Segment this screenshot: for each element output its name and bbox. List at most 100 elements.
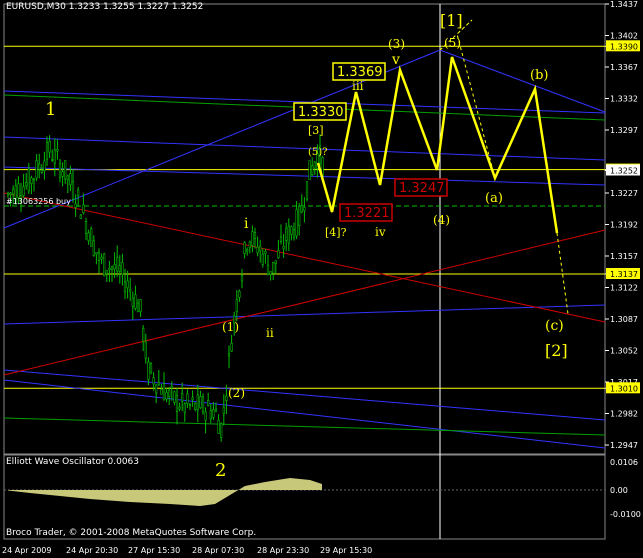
candle-body xyxy=(243,242,246,254)
candle-body xyxy=(253,232,257,239)
wave-label: 1 xyxy=(45,99,56,120)
channel-line xyxy=(3,304,606,325)
wave-label: (2) xyxy=(228,386,245,400)
candle-body xyxy=(27,168,30,192)
wave-label: (5)? xyxy=(308,147,328,158)
candle-body xyxy=(157,381,160,386)
candle-body xyxy=(6,192,10,196)
main-frame xyxy=(3,3,606,455)
candle-body xyxy=(186,393,189,404)
channel-line xyxy=(3,379,606,449)
wave-label: v xyxy=(391,52,400,68)
y-tick-label: 1.3122 xyxy=(610,284,638,293)
candle-body xyxy=(204,411,207,421)
candle-body xyxy=(222,406,225,414)
candle-body xyxy=(220,423,223,438)
copyright: Broco Trader, © 2001-2008 MetaQuotes Sof… xyxy=(6,528,257,538)
candle-body xyxy=(144,341,147,359)
candle-body xyxy=(181,392,184,402)
high-value: 1.3255 xyxy=(103,2,135,12)
candle-body xyxy=(129,289,132,292)
x-tick-label: 24 Apr 2009 xyxy=(2,546,51,555)
candle-body xyxy=(142,327,145,342)
candle-body xyxy=(71,180,75,200)
projection-box-label: 1.3330 xyxy=(298,105,344,120)
candle-body xyxy=(290,226,293,235)
candle-body xyxy=(77,189,80,196)
candle-body xyxy=(147,361,150,380)
wave-label: [2] xyxy=(545,341,568,360)
candle-body xyxy=(79,214,82,219)
candle-body xyxy=(155,384,158,394)
osc-tick-label: 0.0106 xyxy=(610,458,638,467)
y-tick-label: 1.2947 xyxy=(610,441,638,450)
oscillator-label: Elliott Wave Oscillator 0.0063 xyxy=(6,457,140,467)
candle-body xyxy=(225,395,228,401)
candle-body xyxy=(66,175,69,181)
x-tick-label: 29 Apr 15:30 xyxy=(320,546,372,555)
candle-body xyxy=(277,250,280,259)
low-value: 1.3227 xyxy=(137,2,169,12)
candle-body xyxy=(303,207,306,211)
osc-tick-label: -0.0100 xyxy=(610,510,641,519)
wave-label: [1] xyxy=(440,11,463,30)
candle-body xyxy=(217,420,220,434)
candle-body xyxy=(121,262,124,275)
candle-body xyxy=(51,159,54,161)
candle-body xyxy=(298,206,301,226)
candle-body xyxy=(227,352,231,357)
candle-body xyxy=(134,294,137,309)
x-tick-label: 28 Apr 23:30 xyxy=(257,546,309,555)
candle-body xyxy=(238,290,241,298)
y-tick-label: 1.3437 xyxy=(610,0,638,9)
open-value: 1.3233 xyxy=(68,2,101,12)
wave-label: (3) xyxy=(388,37,405,51)
wave-label: (c) xyxy=(545,318,564,334)
osc-tick-label: 0.00 xyxy=(610,486,628,495)
x-tick-label: 28 Apr 07:30 xyxy=(192,546,244,555)
wave-label: (a) xyxy=(485,191,503,206)
candle-body xyxy=(230,342,233,352)
candle-body xyxy=(214,408,218,412)
candle-body xyxy=(305,181,309,200)
candle-body xyxy=(43,160,46,172)
candle-body xyxy=(191,397,194,401)
osc-histogram xyxy=(8,478,322,506)
y-tick-label: 1.3390 xyxy=(610,42,638,51)
candle-body xyxy=(311,165,314,176)
candle-body xyxy=(165,391,168,400)
candle-body xyxy=(246,249,249,252)
candle-body xyxy=(300,205,303,213)
projection-box-label: 1.3221 xyxy=(344,206,390,221)
symbol-label: EURUSD,M30 xyxy=(6,2,66,12)
candle-body xyxy=(103,253,106,276)
candle-body xyxy=(292,229,296,238)
candle-body xyxy=(313,161,316,169)
candle-body xyxy=(123,281,127,293)
candle-body xyxy=(279,236,283,242)
x-tick-label: 27 Apr 15:30 xyxy=(128,546,180,555)
candle-body xyxy=(199,396,202,409)
projection-box-label: 1.3247 xyxy=(399,181,445,196)
candle-body xyxy=(256,246,259,254)
candle-body xyxy=(105,270,108,275)
y-tick-label: 1.3227 xyxy=(610,189,638,198)
chart-header: EURUSD,M30 1.3233 1.3255 1.3227 1.3252 xyxy=(6,2,203,12)
candle-body xyxy=(90,228,93,247)
candle-body xyxy=(212,409,215,418)
candle-body xyxy=(235,299,238,312)
y-tick-label: 1.3087 xyxy=(610,315,638,324)
wave-label: [3] xyxy=(308,124,324,137)
candle-body xyxy=(162,383,166,401)
wave-label: (4) xyxy=(433,213,450,227)
candle-body xyxy=(269,271,272,275)
x-tick-label: 24 Apr 20:30 xyxy=(66,546,118,555)
candle-body xyxy=(266,264,270,275)
candle-body xyxy=(194,403,197,410)
candle-body xyxy=(251,231,254,246)
candle-body xyxy=(160,389,163,395)
candle-body xyxy=(264,251,267,255)
candle-body xyxy=(61,171,64,177)
candle-body xyxy=(25,181,28,187)
candle-body xyxy=(207,399,210,406)
